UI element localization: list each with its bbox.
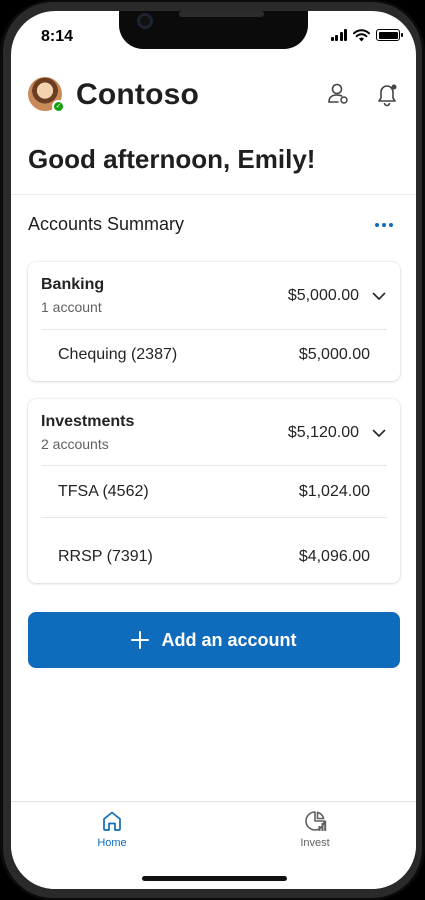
row-divider (41, 465, 387, 466)
account-row-chequing[interactable]: Chequing (2387) $5,000.00 (58, 346, 370, 368)
account-row-rrsp[interactable]: RRSP (7391) $4,096.00 (58, 548, 370, 570)
status-icons (330, 28, 403, 42)
wifi-icon (353, 28, 370, 41)
group-account-count: 2 accounts (41, 436, 109, 452)
investments-group-header[interactable]: Investments 2 accounts $5,120.00 (41, 412, 387, 456)
account-row-tfsa[interactable]: TFSA (4562) $1,024.00 (58, 483, 370, 505)
plus-icon (131, 631, 150, 649)
row-divider (41, 329, 387, 330)
chevron-down-icon[interactable] (371, 288, 387, 304)
account-name: Chequing (2387) (58, 346, 178, 363)
profile-button[interactable] (325, 81, 351, 107)
accounts-summary-title: Accounts Summary (28, 214, 185, 234)
status-time: 8:14 (41, 28, 74, 45)
camera-icon (137, 13, 153, 29)
app-screen: 8:14 ✓ Contoso Good afternoon, Emily! Ac… (11, 11, 416, 889)
phone-frame: 8:14 ✓ Contoso Good afternoon, Emily! Ac… (0, 0, 425, 900)
account-amount: $4,096.00 (298, 548, 370, 565)
notifications-button[interactable] (374, 81, 400, 107)
banking-card: Banking 1 account $5,000.00 Chequing (23… (28, 262, 400, 381)
battery-icon (376, 29, 403, 41)
investments-card: Investments 2 accounts $5,120.00 TFSA (4… (28, 399, 400, 583)
cellular-signal-icon (330, 29, 347, 41)
speaker-grille (179, 11, 264, 17)
bell-icon (378, 84, 397, 107)
chevron-down-icon[interactable] (371, 425, 387, 441)
tab-home[interactable]: Home (72, 809, 152, 849)
banking-group-header[interactable]: Banking 1 account $5,000.00 (41, 275, 387, 319)
row-divider (41, 517, 387, 518)
account-amount: $5,000.00 (298, 346, 370, 363)
header-divider (11, 194, 416, 195)
home-indicator[interactable] (142, 876, 287, 881)
chart-icon (305, 811, 327, 831)
app-title: Contoso (76, 78, 200, 111)
more-options-button[interactable] (375, 219, 397, 231)
add-account-label: Add an account (161, 629, 297, 650)
account-name: TFSA (4562) (58, 483, 149, 500)
group-name: Banking (41, 276, 105, 293)
group-account-count: 1 account (41, 299, 102, 315)
group-total: $5,000.00 (287, 287, 359, 304)
home-icon (103, 811, 121, 831)
add-account-button[interactable]: Add an account (28, 612, 400, 668)
group-name: Investments (41, 413, 135, 430)
tab-label: Home (97, 837, 127, 849)
account-name: RRSP (7391) (58, 548, 153, 565)
tab-label: Invest (300, 837, 330, 849)
device-notch (119, 11, 308, 49)
tab-invest[interactable]: Invest (275, 809, 355, 849)
app-header: ✓ Contoso (28, 76, 400, 116)
group-total: $5,120.00 (287, 424, 359, 441)
presence-available-icon: ✓ (52, 100, 65, 113)
person-settings-icon (328, 83, 348, 104)
account-amount: $1,024.00 (298, 483, 370, 500)
greeting-heading: Good afternoon, Emily! (28, 144, 316, 174)
